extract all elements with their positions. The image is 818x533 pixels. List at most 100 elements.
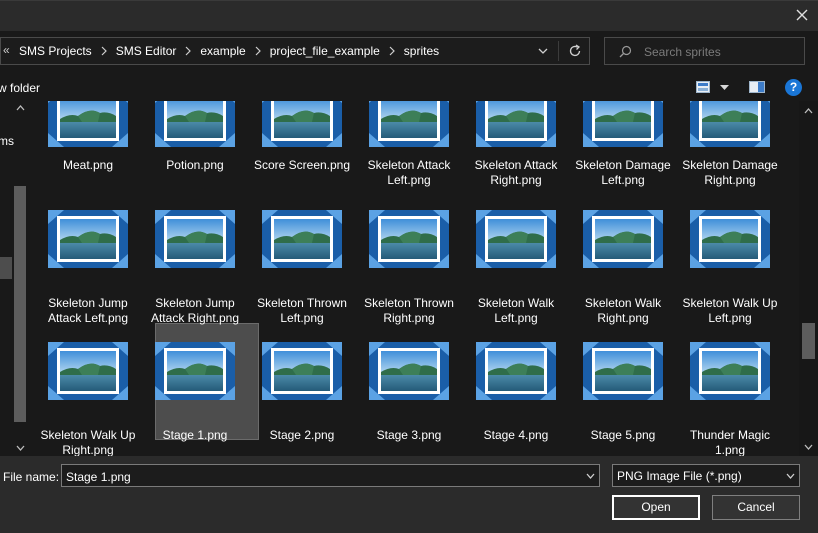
file-name-label: File name:	[3, 470, 60, 484]
open-button[interactable]: Open	[612, 495, 700, 520]
file-item-content[interactable]: Skeleton Walk Left.png	[464, 210, 568, 325]
image-thumbnail-icon	[262, 342, 342, 400]
file-name-line: Skeleton Attack	[474, 158, 558, 172]
breadcrumb-item[interactable]: sprites	[404, 44, 439, 58]
file-name-line: Right.png	[597, 311, 649, 325]
file-item-content[interactable]: Stage 2.png	[250, 342, 354, 452]
file-name-label: Stage 3.png	[357, 428, 461, 443]
scroll-up-icon[interactable]	[804, 108, 813, 114]
breadcrumb-item[interactable]: SMS Projects	[19, 44, 92, 58]
file-name-line: Left.png	[494, 311, 538, 325]
file-name-label: Skeleton Jump Attack Left.png	[36, 296, 140, 326]
file-name-line: Skeleton Thrown	[257, 296, 347, 310]
file-name-line: Score Screen.png	[253, 158, 351, 172]
scroll-down-icon[interactable]	[16, 445, 25, 451]
nav-selected-item[interactable]	[0, 257, 12, 279]
file-item-content[interactable]: Skeleton Jump Attack Left.png	[36, 210, 140, 325]
scrollbar-thumb[interactable]	[802, 323, 815, 359]
address-bar[interactable]: « SMS Projects SMS Editor example projec…	[0, 37, 590, 65]
file-name-line: Thunder Magic	[689, 428, 771, 442]
file-item-content[interactable]: Skeleton Attack Right.png	[464, 101, 568, 199]
file-name-line: Skeleton Attack	[367, 158, 451, 172]
file-name-line: Skeleton Walk	[477, 296, 555, 310]
nav-item-label[interactable]: ms	[0, 134, 14, 148]
file-item-content[interactable]: Skeleton Thrown Right.png	[357, 210, 461, 325]
file-item-content[interactable]: Skeleton Walk Right.png	[571, 210, 675, 325]
file-name-line: Skeleton Damage	[575, 158, 671, 172]
file-item-content[interactable]: Thunder Magic 1.png	[678, 342, 782, 456]
file-name-value[interactable]: Stage 1.png	[66, 470, 131, 484]
image-thumbnail-icon	[155, 210, 235, 268]
file-item-content[interactable]: Stage 4.png	[464, 342, 568, 452]
image-thumbnail-icon	[690, 101, 770, 147]
scroll-up-icon[interactable]	[16, 105, 25, 111]
file-name-label: Skeleton Walk Up Left.png	[678, 296, 782, 326]
breadcrumb-item[interactable]: project_file_example	[270, 44, 380, 58]
file-name-line: Right.png	[490, 173, 542, 187]
image-thumbnail-icon	[583, 210, 663, 268]
scroll-down-icon[interactable]	[804, 444, 813, 450]
file-item-content[interactable]: Skeleton Walk Up Right.png	[36, 342, 140, 456]
file-name-line: Skeleton Walk Up	[40, 428, 136, 442]
file-name-label: Skeleton Walk Up Right.png	[36, 428, 140, 456]
file-item-content[interactable]: Stage 1.png	[143, 342, 247, 452]
image-thumbnail-icon	[155, 101, 235, 147]
file-name-line: Skeleton Damage	[682, 158, 778, 172]
breadcrumb-item[interactable]: SMS Editor	[116, 44, 177, 58]
file-item-content[interactable]: Stage 3.png	[357, 342, 461, 452]
file-name-line: Stage 2.png	[269, 428, 335, 442]
change-view-icon[interactable]	[696, 81, 710, 93]
chevron-right-icon[interactable]	[254, 46, 262, 56]
navigation-pane[interactable]: ms	[0, 101, 30, 456]
chevron-down-icon[interactable]	[586, 473, 595, 479]
file-name-line: Skeleton Walk Up	[682, 296, 778, 310]
image-thumbnail-icon	[369, 342, 449, 400]
file-name-label: Skeleton Thrown Right.png	[357, 296, 461, 326]
file-name-line: Skeleton Thrown	[364, 296, 454, 310]
new-folder-button[interactable]: w folder	[0, 81, 40, 95]
chevron-down-icon[interactable]	[786, 473, 795, 479]
help-icon[interactable]: ?	[785, 79, 802, 96]
file-name-label: Skeleton Walk Left.png	[464, 296, 568, 326]
close-icon[interactable]	[794, 7, 810, 23]
file-name-label: Skeleton Jump Attack Right.png	[143, 296, 247, 326]
file-item-content[interactable]: Skeleton Thrown Left.png	[250, 210, 354, 325]
cancel-button[interactable]: Cancel	[712, 495, 800, 520]
file-grid-scrollbar[interactable]	[799, 101, 818, 456]
file-item-content[interactable]: Stage 5.png	[571, 342, 675, 452]
file-type-select[interactable]: PNG Image File (*.png)	[612, 464, 800, 487]
image-thumbnail-icon	[583, 342, 663, 400]
file-item-content[interactable]: Skeleton Damage Left.png	[571, 101, 675, 199]
file-item-content[interactable]: Score Screen.png	[250, 101, 354, 199]
file-name-line: Skeleton Jump	[48, 296, 128, 310]
file-name-line: Right.png	[62, 443, 114, 456]
file-item-content[interactable]: Skeleton Attack Left.png	[357, 101, 461, 199]
image-thumbnail-icon	[48, 101, 128, 147]
file-name-line: Meat.png	[62, 158, 114, 172]
chevron-right-icon[interactable]	[100, 46, 108, 56]
breadcrumb-item[interactable]: example	[200, 44, 245, 58]
chevron-down-icon[interactable]	[538, 47, 548, 55]
preview-pane-icon[interactable]	[749, 81, 765, 93]
file-item-content[interactable]: Skeleton Jump Attack Right.png	[143, 210, 247, 325]
image-thumbnail-icon	[262, 210, 342, 268]
file-name-field[interactable]: Stage 1.png	[61, 464, 600, 487]
file-name-line: Potion.png	[166, 158, 224, 172]
breadcrumb: SMS Projects SMS Editor example project_…	[19, 44, 439, 58]
file-item-content[interactable]: Skeleton Walk Up Left.png	[678, 210, 782, 325]
nav-scrollbar-thumb[interactable]	[14, 186, 26, 422]
file-item-content[interactable]: Skeleton Damage Right.png	[678, 101, 782, 199]
search-icon	[619, 45, 632, 58]
image-thumbnail-icon	[262, 101, 342, 147]
chevron-right-icon[interactable]	[184, 46, 192, 56]
title-bar	[0, 0, 818, 31]
file-item-content[interactable]: Meat.png	[36, 101, 140, 199]
file-type-value[interactable]: PNG Image File (*.png)	[617, 469, 742, 483]
chevron-down-icon[interactable]	[720, 85, 729, 91]
chevron-right-icon[interactable]	[388, 46, 396, 56]
file-item-content[interactable]: Potion.png	[143, 101, 247, 199]
refresh-icon[interactable]	[568, 44, 582, 58]
file-name-label: Skeleton Damage Right.png	[678, 158, 782, 188]
address-overflow-chevron[interactable]: «	[3, 43, 10, 57]
search-input[interactable]: Search sprites	[604, 37, 805, 65]
